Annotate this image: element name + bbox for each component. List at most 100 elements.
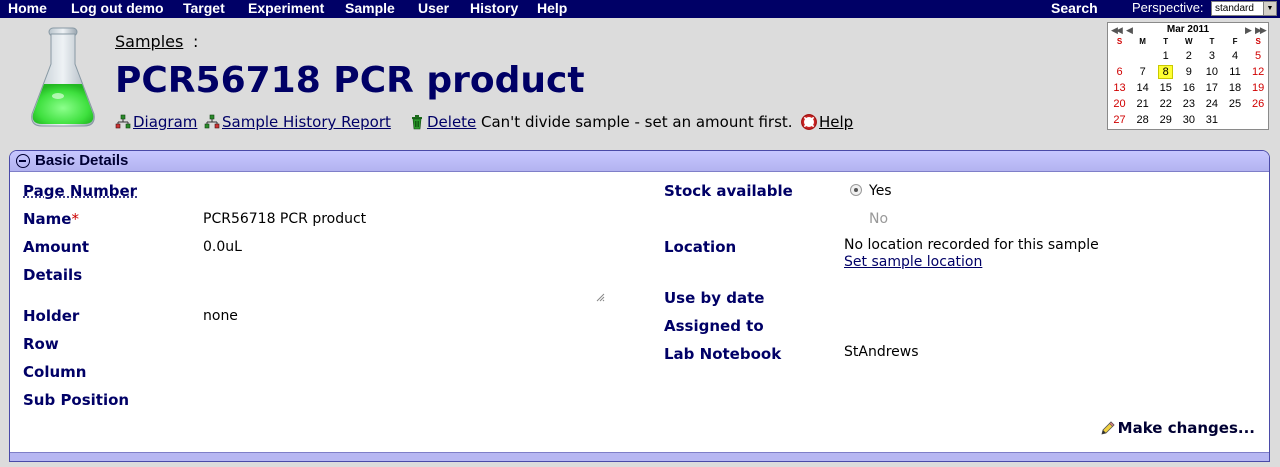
calendar-day[interactable]: 13 [1108, 80, 1131, 96]
perspective-value: standard [1215, 3, 1254, 14]
calendar-day[interactable]: 6 [1108, 64, 1131, 80]
next-month-icon[interactable]: ▶ [1245, 24, 1252, 36]
history-report-link[interactable]: Sample History Report [222, 113, 391, 131]
calendar-day[interactable]: 16 [1177, 80, 1200, 96]
calendar-day[interactable]: 10 [1200, 64, 1223, 80]
textarea-resize-grip-icon[interactable] [595, 292, 605, 302]
amount-value: 0.0uL [203, 239, 242, 255]
weekday-label: T [1163, 37, 1169, 46]
calendar-day[interactable]: 9 [1177, 64, 1200, 80]
calendar-day[interactable]: 1 [1154, 48, 1177, 64]
set-sample-location-link[interactable]: Set sample location [844, 254, 982, 270]
weekday-label: M [1139, 37, 1146, 46]
calendar-week-row: 20 21 22 23 24 25 26 [1108, 96, 1270, 112]
calendar-header: ◀◀ ◀ Mar 2011 ▶ ▶▶ [1108, 24, 1268, 36]
panel-header: Basic Details [10, 151, 1269, 172]
lab-notebook-label: Lab Notebook [664, 345, 782, 363]
breadcrumb-separator: : [193, 32, 199, 51]
calendar-day[interactable]: 23 [1177, 96, 1200, 112]
stock-yes-label: Yes [869, 183, 892, 199]
calendar-day[interactable]: 2 [1177, 48, 1200, 64]
use-by-date-label: Use by date [664, 289, 765, 307]
calendar-week-row: 13 14 15 16 17 18 19 [1108, 80, 1270, 96]
nav-target[interactable]: Target [183, 0, 225, 16]
weekday-label: F [1232, 37, 1238, 46]
calendar-day[interactable]: 5 [1247, 48, 1270, 64]
page-title: PCR56718 PCR product [115, 60, 585, 101]
assigned-to-label: Assigned to [664, 317, 764, 335]
breadcrumb-samples-link[interactable]: Samples [115, 32, 183, 51]
panel-footer [10, 452, 1269, 461]
calendar-day[interactable]: 29 [1154, 112, 1177, 128]
diagram-icon [115, 114, 131, 129]
name-value: PCR56718 PCR product [203, 211, 367, 227]
calendar-day [1223, 112, 1246, 128]
perspective-select[interactable]: standard ▼ [1211, 1, 1277, 16]
row-label: Row [23, 335, 59, 353]
diagram-link[interactable]: Diagram [133, 113, 197, 131]
holder-value: none [203, 308, 238, 324]
make-changes-button[interactable]: Make changes... [1100, 419, 1255, 437]
calendar-day[interactable]: 27 [1108, 112, 1131, 128]
nav-experiment[interactable]: Experiment [248, 0, 324, 16]
nav-search[interactable]: Search [1051, 0, 1098, 16]
page-number-label[interactable]: Page Number [23, 182, 137, 200]
mini-calendar: ◀◀ ◀ Mar 2011 ▶ ▶▶ S M T W T F S 1234567… [1107, 22, 1269, 130]
calendar-day[interactable]: 21 [1131, 96, 1154, 112]
collapse-minus-icon[interactable] [16, 154, 30, 168]
calendar-day[interactable]: 3 [1200, 48, 1223, 64]
calendar-day[interactable]: 24 [1200, 96, 1223, 112]
nav-home[interactable]: Home [8, 0, 47, 16]
calendar-day[interactable]: 4 [1223, 48, 1246, 64]
calendar-day[interactable]: 26 [1247, 96, 1270, 112]
stock-no-label: No [869, 211, 889, 227]
help-action[interactable]: Help [801, 113, 853, 131]
lab-notebook-value: StAndrews [844, 344, 919, 360]
calendar-day [1108, 48, 1131, 64]
weekday-label: W [1185, 37, 1193, 46]
history-report-action[interactable]: Sample History Report [204, 113, 391, 131]
perspective-label: Perspective: [1132, 0, 1204, 15]
next-year-icon[interactable]: ▶▶ [1255, 24, 1267, 36]
calendar-day[interactable]: 11 [1223, 64, 1246, 80]
nav-log-out[interactable]: Log out demo [71, 0, 164, 16]
delete-link[interactable]: Delete [427, 113, 476, 131]
prev-month-icon[interactable]: ◀ [1126, 24, 1133, 36]
nav-history[interactable]: History [470, 0, 518, 16]
calendar-day[interactable]: 18 [1223, 80, 1246, 96]
make-changes-label: Make changes... [1117, 419, 1255, 437]
flask-logo-icon [31, 27, 95, 127]
nav-help[interactable]: Help [537, 0, 567, 16]
calendar-day[interactable]: 31 [1200, 112, 1223, 128]
calendar-day[interactable]: 19 [1247, 80, 1270, 96]
calendar-day[interactable]: 25 [1223, 96, 1246, 112]
calendar-day[interactable]: 22 [1154, 96, 1177, 112]
prev-year-icon[interactable]: ◀◀ [1111, 24, 1123, 36]
calendar-day[interactable]: 7 [1131, 64, 1154, 80]
calendar-day[interactable]: 15 [1154, 80, 1177, 96]
calendar-day-today[interactable]: 8 [1158, 65, 1174, 79]
sub-position-label: Sub Position [23, 391, 130, 409]
delete-action[interactable]: Delete [409, 113, 476, 131]
nav-sample[interactable]: Sample [345, 0, 395, 16]
nav-user[interactable]: User [418, 0, 449, 16]
calendar-day[interactable]: 28 [1131, 112, 1154, 128]
calendar-week-row: 6 7 8 9 10 11 12 [1108, 64, 1270, 80]
panel-title: Basic Details [35, 152, 129, 169]
diagram-action[interactable]: Diagram [115, 113, 197, 131]
location-label: Location [664, 238, 737, 256]
calendar-day[interactable]: 30 [1177, 112, 1200, 128]
location-value: No location recorded for this sample [844, 237, 1099, 253]
details-label: Details [23, 266, 83, 284]
calendar-day[interactable]: 20 [1108, 96, 1131, 112]
calendar-day[interactable]: 12 [1247, 64, 1270, 80]
help-link[interactable]: Help [819, 113, 853, 131]
calendar-day[interactable]: 14 [1131, 80, 1154, 96]
amount-label: Amount [23, 238, 90, 256]
calendar-day[interactable]: 17 [1200, 80, 1223, 96]
pencil-edit-icon [1101, 421, 1115, 435]
calendar-weekday-row: S M T W T F S [1108, 36, 1270, 48]
stock-yes-radio[interactable] [850, 184, 862, 196]
calendar-week-row: 27 28 29 30 31 [1108, 112, 1270, 128]
divide-message: Can't divide sample - set an amount firs… [481, 113, 793, 131]
